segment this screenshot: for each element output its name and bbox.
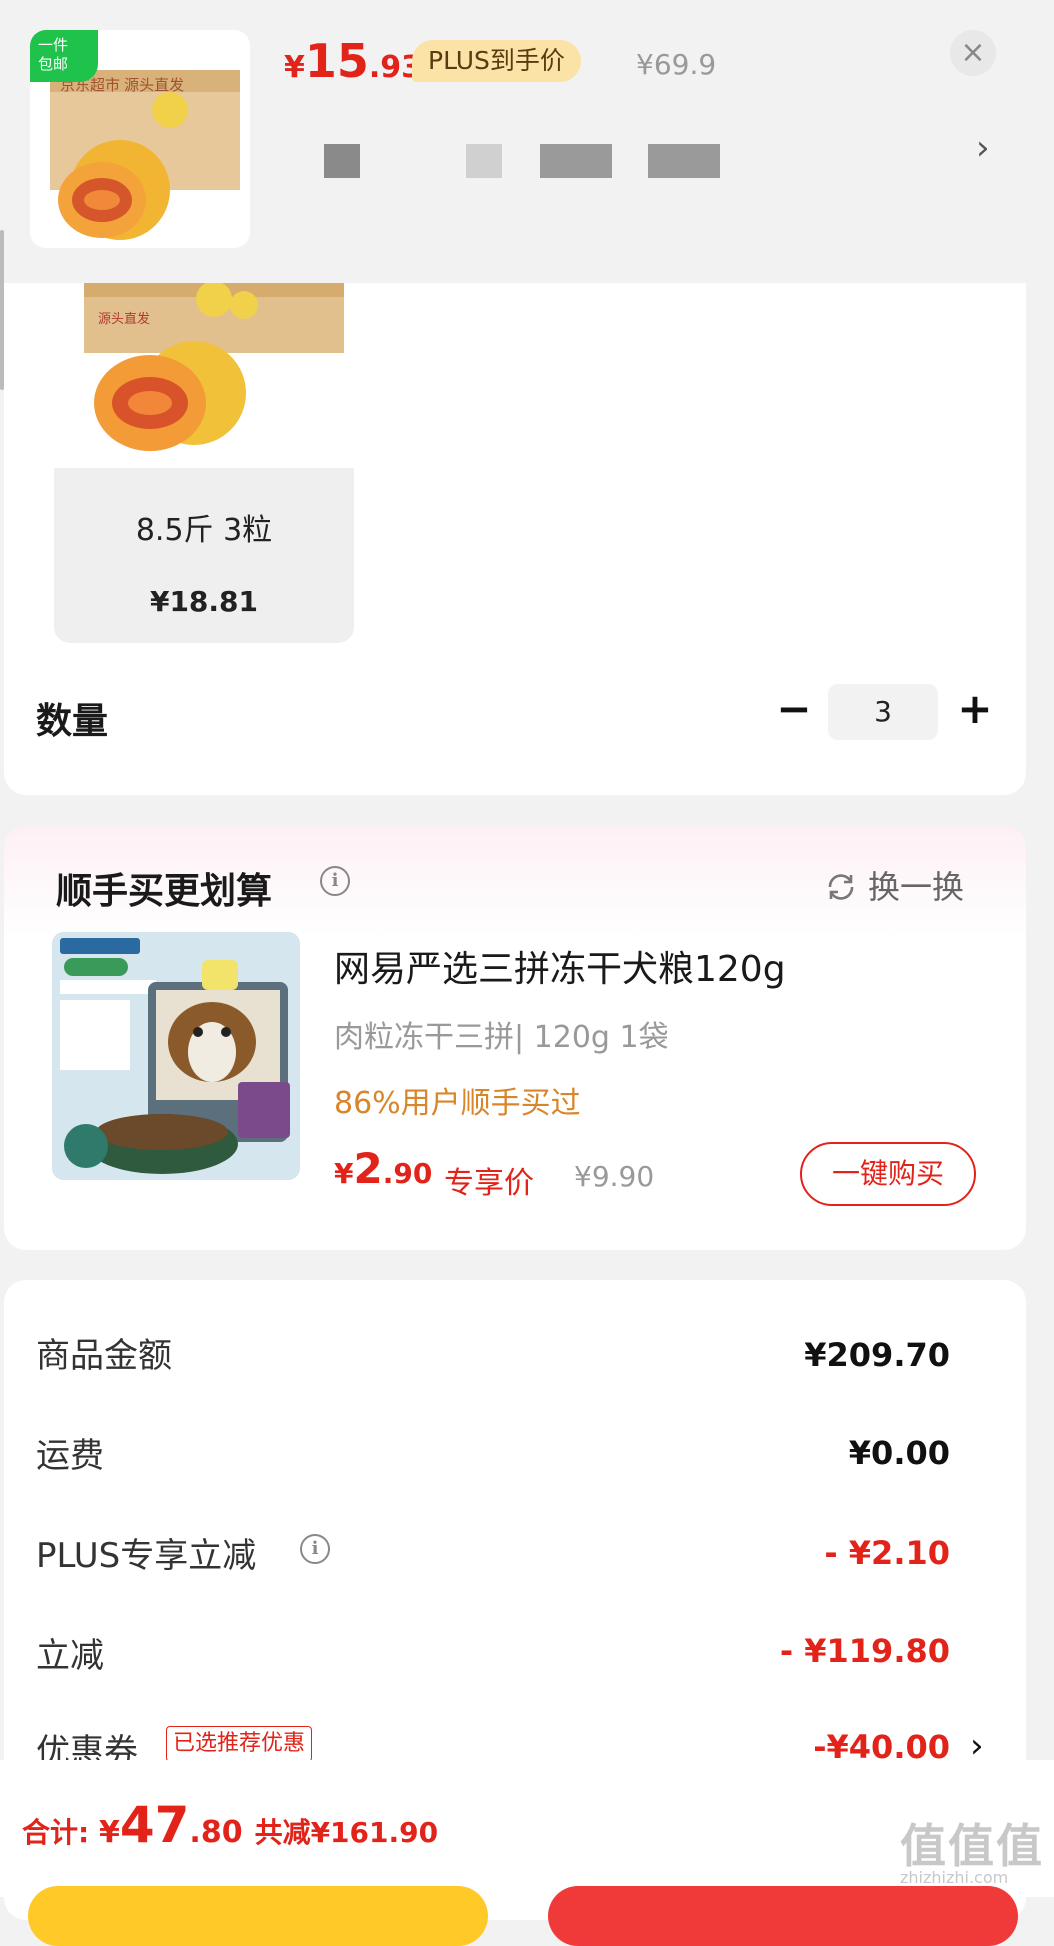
one-click-buy-button[interactable]: 一键购买 bbox=[800, 1142, 976, 1206]
exclusive-price-tag: 专享价 bbox=[444, 1166, 534, 1201]
recommend-price: ¥2.90 bbox=[334, 1144, 432, 1193]
product-header: 京东超市 源头直发 一件 包邮 ¥15.93 PLUS到手价 ¥69.9 × › bbox=[0, 0, 1054, 283]
melon-option-image: 源头直发 bbox=[54, 283, 354, 468]
plus-info-icon[interactable]: i bbox=[300, 1534, 330, 1564]
quantity-input[interactable]: 3 bbox=[828, 684, 938, 740]
shipping-label: 运费 bbox=[36, 1436, 104, 1476]
recommend-original-price: ¥9.90 bbox=[574, 1160, 655, 1193]
option-label: 8.5斤 3粒 bbox=[135, 513, 273, 548]
close-button[interactable]: × bbox=[950, 30, 996, 76]
svg-text:源头直发: 源头直发 bbox=[98, 311, 150, 326]
instant-discount-value: - ¥119.80 bbox=[779, 1632, 950, 1670]
plus-discount-label: PLUS专享立减 bbox=[36, 1536, 257, 1576]
recommend-product-name[interactable]: 网易严选三拼冻干犬粮120g bbox=[334, 940, 786, 992]
plus-discount-value: - ¥2.10 bbox=[824, 1534, 950, 1572]
close-icon: × bbox=[960, 35, 986, 70]
price-currency: ¥ bbox=[334, 1157, 354, 1190]
total-label: 合计: bbox=[22, 1816, 99, 1849]
spec-chip[interactable] bbox=[540, 144, 612, 178]
coupon-selected-chip[interactable]: 已选推荐优惠 bbox=[166, 1726, 313, 1762]
refresh-icon bbox=[828, 874, 854, 900]
total-saved: 共减¥161.90 bbox=[254, 1816, 439, 1849]
dog-food-image[interactable] bbox=[52, 932, 300, 1180]
goods-amount-value: ¥209.70 bbox=[804, 1336, 950, 1374]
shipping-value: ¥0.00 bbox=[848, 1434, 950, 1472]
ribbon-text: 一件 包邮 bbox=[38, 36, 69, 73]
scroll-indicator bbox=[0, 230, 4, 390]
watermark-url: zhizhizhi.com bbox=[900, 1868, 1009, 1887]
plus-price-tag: PLUS到手价 bbox=[412, 40, 581, 82]
price-currency: ¥ bbox=[284, 50, 305, 85]
free-shipping-ribbon: 一件 包邮 bbox=[30, 30, 98, 82]
info-icon[interactable]: i bbox=[320, 866, 350, 896]
spec-chip[interactable] bbox=[324, 144, 360, 178]
info-glyph: i bbox=[331, 870, 339, 891]
swap-label: 换一换 bbox=[868, 868, 965, 906]
instant-discount-label: 立减 bbox=[36, 1636, 104, 1676]
spec-chip[interactable] bbox=[648, 144, 720, 178]
recommend-title: 顺手买更划算 bbox=[56, 871, 273, 912]
swap-button[interactable]: 换一换 bbox=[824, 862, 964, 908]
info-glyph: i bbox=[311, 1538, 319, 1559]
spec-option-selected[interactable]: 源头直发 8.5斤 3粒 ¥18.81 bbox=[54, 283, 354, 643]
recommend-bought-rate: 86%用户顺手买过 bbox=[334, 1086, 581, 1121]
total-currency: ¥ bbox=[98, 1815, 120, 1850]
minus-icon: − bbox=[776, 684, 812, 733]
option-image: 源头直发 bbox=[54, 283, 354, 468]
add-to-cart-button[interactable] bbox=[28, 1886, 488, 1946]
price-integer: 15 bbox=[304, 34, 369, 88]
header-price: ¥15.93 bbox=[284, 34, 422, 88]
buy-now-button[interactable] bbox=[548, 1886, 1018, 1946]
price-decimal: .90 bbox=[382, 1157, 433, 1190]
quantity-decrease-button[interactable]: − bbox=[774, 686, 814, 732]
total-decimal: .80 bbox=[189, 1815, 243, 1850]
recommend-product-spec: 肉粒冻干三拼| 120g 1袋 bbox=[334, 1020, 669, 1055]
plus-icon: + bbox=[957, 684, 993, 733]
quantity-label: 数量 bbox=[36, 701, 109, 742]
option-price: ¥18.81 bbox=[149, 585, 259, 618]
goods-amount-label: 商品金额 bbox=[36, 1336, 172, 1376]
product-thumbnail[interactable]: 京东超市 源头直发 一件 包邮 bbox=[30, 30, 250, 248]
total-integer: 47 bbox=[119, 1796, 190, 1854]
spec-chip[interactable] bbox=[466, 144, 502, 178]
more-specs-arrow-icon[interactable]: › bbox=[976, 128, 990, 168]
quantity-increase-button[interactable]: + bbox=[952, 686, 998, 732]
watermark-logo: 值值值 bbox=[900, 1819, 1044, 1873]
dog-food-package-image bbox=[52, 932, 300, 1180]
header-original-price: ¥69.9 bbox=[636, 48, 717, 81]
order-total: 合计: ¥47.80 共减¥161.90 bbox=[22, 1796, 438, 1854]
price-integer: 2 bbox=[353, 1144, 383, 1193]
